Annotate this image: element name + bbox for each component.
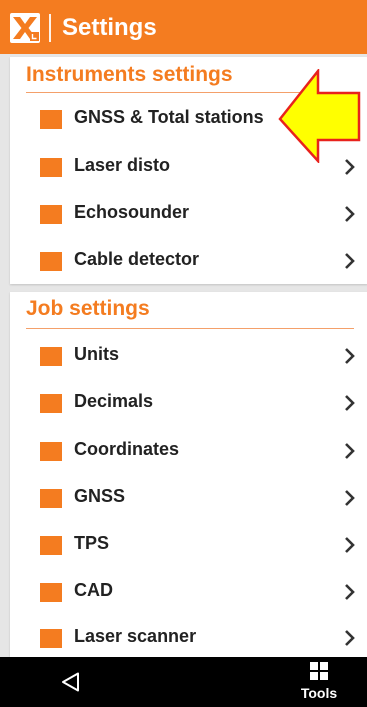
tools-button[interactable]: Tools: [289, 657, 349, 707]
chevron-right-icon: [344, 629, 356, 647]
instruments-settings-card: Instruments settings GNSS & Total statio…: [10, 57, 367, 284]
app-logo-icon: [10, 13, 40, 43]
settings-item-label: Laser scanner: [74, 626, 197, 646]
settings-item-laser-disto[interactable]: Laser disto: [10, 143, 367, 189]
settings-item-label: GNSS & Total stations: [74, 107, 264, 127]
title-separator: [49, 14, 51, 42]
settings-item-laser-scanner[interactable]: Laser scanner: [10, 614, 367, 657]
page-title: Settings: [62, 14, 157, 41]
settings-item-label: GNSS: [74, 486, 126, 506]
settings-item-gnss-total-stations[interactable]: GNSS & Total stations: [10, 95, 367, 141]
settings-item-gnss[interactable]: GNSS: [10, 474, 367, 520]
orange-square-icon: [40, 442, 62, 461]
settings-item-label: Echosounder: [74, 202, 190, 222]
settings-item-decimals[interactable]: Decimals: [10, 379, 367, 425]
job-settings-card: Job settings Units Decimals Coordinates …: [10, 292, 367, 657]
chevron-right-icon: [344, 583, 356, 601]
instruments-settings-heading: Instruments settings: [26, 63, 233, 86]
chevron-right-icon: [344, 442, 356, 460]
settings-item-label: Decimals: [74, 391, 154, 411]
chevron-right-icon: [344, 252, 356, 270]
orange-square-icon: [40, 536, 62, 555]
settings-item-label: Coordinates: [74, 439, 180, 459]
settings-item-cad[interactable]: CAD: [10, 568, 367, 614]
tools-label: Tools: [300, 685, 338, 701]
orange-square-icon: [40, 252, 62, 271]
settings-item-label: CAD: [74, 580, 113, 600]
section-divider: [26, 92, 354, 93]
chevron-right-icon: [344, 489, 356, 507]
orange-square-icon: [40, 158, 62, 177]
settings-item-label: Cable detector: [74, 249, 200, 269]
orange-square-icon: [40, 394, 62, 413]
orange-square-icon: [40, 489, 62, 508]
settings-item-label: Laser disto: [74, 155, 171, 175]
orange-square-icon: [40, 205, 62, 224]
back-triangle-icon[interactable]: [60, 670, 82, 694]
orange-square-icon: [40, 583, 62, 602]
settings-item-echosounder[interactable]: Echosounder: [10, 190, 367, 236]
settings-item-cable-detector[interactable]: Cable detector: [10, 237, 367, 283]
chevron-right-icon: [344, 347, 356, 365]
settings-item-tps[interactable]: TPS: [10, 521, 367, 567]
settings-item-coordinates[interactable]: Coordinates: [10, 427, 367, 473]
job-settings-heading: Job settings: [26, 297, 150, 320]
section-divider: [26, 328, 354, 329]
settings-item-units[interactable]: Units: [10, 332, 367, 378]
chevron-right-icon: [344, 205, 356, 223]
settings-item-label: TPS: [74, 533, 110, 553]
orange-square-icon: [40, 347, 62, 366]
settings-item-label: Units: [74, 344, 119, 364]
orange-square-icon: [40, 110, 62, 129]
chevron-right-icon: [344, 394, 356, 412]
bottom-nav-bar: Tools: [0, 657, 367, 707]
app-bar: Settings: [0, 0, 367, 54]
chevron-right-icon: [344, 536, 356, 554]
chevron-right-icon: [344, 158, 356, 176]
status-strip: [0, 0, 367, 6]
orange-square-icon: [40, 629, 62, 648]
grid-icon: [310, 662, 328, 680]
